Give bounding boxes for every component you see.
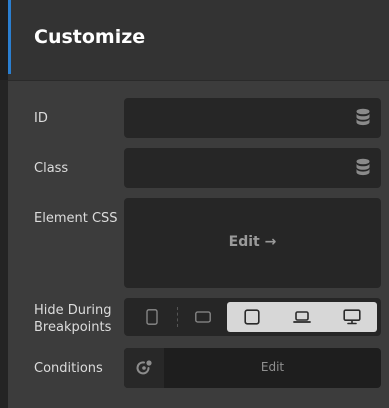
breakpoint-toggle-group	[124, 298, 381, 336]
breakpoint-mobile-portrait-button[interactable]	[128, 302, 176, 332]
database-icon[interactable]	[355, 158, 371, 176]
element-css-label: Element CSS	[34, 211, 118, 226]
mobile-icon	[146, 309, 158, 325]
breakpoint-desktop-button[interactable]	[327, 302, 377, 332]
element-css-editor[interactable]: Edit →	[124, 198, 381, 288]
conditions-icon	[136, 360, 152, 375]
conditions-edit-button[interactable]: Edit	[164, 360, 381, 374]
element-css-edit-button[interactable]: Edit →	[124, 234, 381, 250]
hide-breakpoints-label-line1: Hide During	[34, 303, 112, 318]
page-title: Customize	[34, 26, 146, 48]
laptop-icon	[293, 311, 311, 323]
panel-header: Customize	[0, 0, 389, 81]
class-input[interactable]	[124, 148, 381, 188]
class-label: Class	[34, 161, 69, 176]
conditions-icon-button[interactable]	[124, 348, 164, 388]
desktop-icon	[343, 309, 361, 325]
id-input[interactable]	[124, 98, 381, 138]
tablet-landscape-icon	[195, 311, 211, 323]
left-rail	[0, 80, 8, 408]
id-label: ID	[34, 111, 48, 126]
conditions-control: Edit	[124, 348, 381, 388]
header-accent-line	[8, 0, 11, 74]
breakpoint-tablet-portrait-button[interactable]	[227, 302, 277, 332]
hide-breakpoints-label-line2: Breakpoints	[34, 320, 112, 335]
breakpoint-tablet-landscape-button[interactable]	[179, 302, 227, 332]
database-icon[interactable]	[355, 108, 371, 126]
tablet-icon	[244, 309, 260, 325]
customize-panel: Customize ID Class Element CSS Edit → Hi…	[0, 0, 389, 408]
conditions-label: Conditions	[34, 361, 103, 376]
header-accent-bg	[0, 0, 8, 80]
breakpoint-separator	[177, 307, 178, 327]
hide-breakpoints-label: Hide During Breakpoints	[34, 302, 111, 336]
breakpoint-laptop-button[interactable]	[277, 302, 327, 332]
